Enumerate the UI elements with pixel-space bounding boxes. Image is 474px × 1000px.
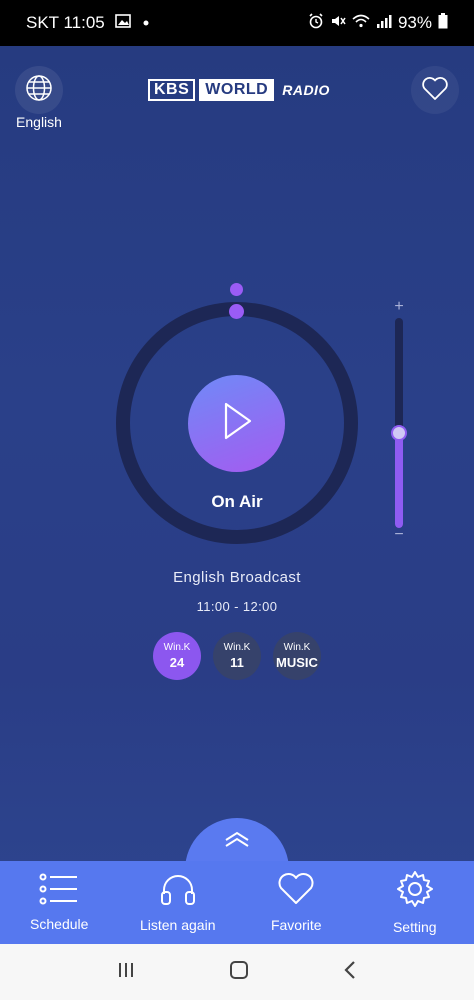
gear-icon bbox=[396, 870, 434, 913]
bottom-tab-bar: Schedule Listen again Favorite Setting bbox=[0, 861, 474, 944]
dot-notification-icon bbox=[141, 13, 151, 33]
status-bar: SKT 11:05 93% bbox=[0, 0, 474, 46]
channel-brand: Win.K bbox=[223, 642, 251, 653]
tab-label: Listen again bbox=[139, 917, 216, 933]
logo-world: WORLD bbox=[199, 79, 275, 101]
volume-minus-label: − bbox=[394, 526, 404, 543]
channel-brand: Win.K bbox=[283, 642, 311, 653]
tab-listen-again[interactable]: Listen again bbox=[119, 872, 238, 933]
gallery-notification-icon bbox=[114, 13, 131, 33]
battery-percent: 93% bbox=[397, 13, 432, 32]
tab-label: Favorite bbox=[270, 917, 322, 933]
language-label: English bbox=[16, 114, 62, 130]
alarm-icon bbox=[308, 12, 324, 34]
heart-icon bbox=[276, 872, 316, 911]
tab-schedule[interactable]: Schedule bbox=[0, 873, 119, 932]
back-button[interactable] bbox=[342, 959, 358, 986]
system-navigation-bar bbox=[0, 944, 474, 1000]
recent-apps-button[interactable] bbox=[116, 960, 136, 985]
tab-label: Schedule bbox=[30, 916, 89, 932]
kbs-world-radio-logo: KBS WORLD RADIO bbox=[148, 79, 330, 101]
wifi-icon bbox=[352, 13, 370, 33]
volume-slider-track[interactable] bbox=[395, 318, 403, 528]
channel-label: 11 bbox=[230, 655, 244, 670]
channel-selector: Win.K 24 Win.K 11 Win.K MUSIC bbox=[153, 632, 321, 680]
signal-icon bbox=[376, 13, 392, 33]
program-title: English Broadcast bbox=[173, 569, 301, 586]
list-icon bbox=[39, 873, 79, 910]
battery-icon bbox=[438, 12, 448, 34]
volume-slider-fill bbox=[395, 433, 403, 528]
channel-brand: Win.K bbox=[163, 642, 191, 653]
headphones-icon bbox=[159, 872, 197, 911]
ring-indicator-dot bbox=[230, 283, 243, 296]
channel-label: MUSIC bbox=[276, 655, 318, 670]
play-icon bbox=[220, 401, 254, 446]
play-button[interactable] bbox=[188, 375, 285, 472]
language-button[interactable] bbox=[15, 66, 63, 114]
logo-kbs: KBS bbox=[148, 79, 196, 101]
heart-icon bbox=[421, 75, 449, 106]
volume-plus-label: + bbox=[394, 298, 404, 315]
logo-radio: RADIO bbox=[282, 82, 330, 98]
channel-wink-11[interactable]: Win.K 11 bbox=[213, 632, 261, 680]
home-button[interactable] bbox=[228, 959, 250, 986]
tab-label: Setting bbox=[392, 919, 437, 935]
app-screen: English KBS WORLD RADIO On Air + − Engli… bbox=[0, 46, 474, 944]
program-time: 11:00 - 12:00 bbox=[196, 599, 278, 614]
channel-wink-music[interactable]: Win.K MUSIC bbox=[273, 632, 321, 680]
carrier-time: SKT 11:05 bbox=[26, 13, 105, 32]
tab-setting[interactable]: Setting bbox=[356, 870, 474, 935]
tab-favorite[interactable]: Favorite bbox=[237, 872, 356, 933]
globe-icon bbox=[25, 74, 53, 107]
favorite-button[interactable] bbox=[411, 66, 459, 114]
ring-progress-dot bbox=[229, 304, 244, 319]
mute-icon bbox=[330, 13, 346, 34]
volume-slider-handle[interactable] bbox=[391, 425, 407, 441]
channel-wink-24[interactable]: Win.K 24 bbox=[153, 632, 201, 680]
channel-label: 24 bbox=[169, 655, 185, 670]
